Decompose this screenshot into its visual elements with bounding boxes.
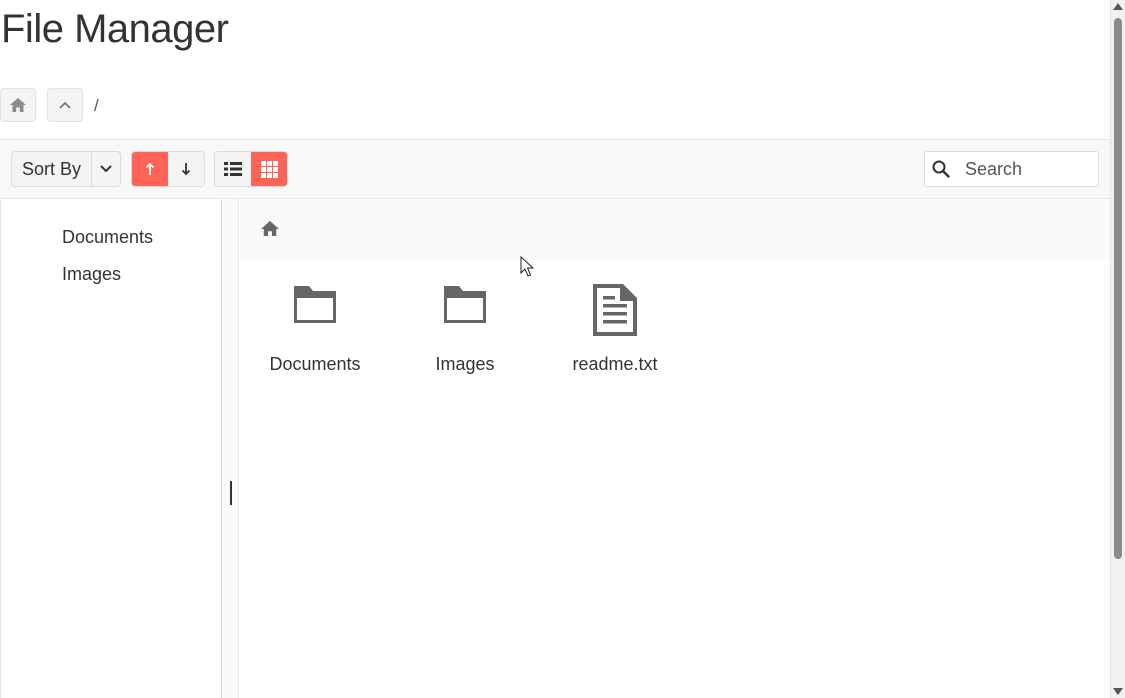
file-manager: File Manager / Sort By Search Documents … (0, 0, 1110, 698)
home-button[interactable] (0, 88, 36, 122)
navigate-up-button[interactable] (47, 88, 83, 122)
folder-icon (444, 286, 486, 323)
grid-icon (260, 160, 278, 178)
home-icon (261, 221, 279, 236)
grid-item-readme[interactable]: readme.txt (540, 282, 690, 375)
grid-item-documents[interactable]: Documents (240, 282, 390, 375)
sort-descending-button[interactable] (168, 152, 204, 186)
grid-item-label: Documents (269, 354, 361, 374)
chevron-down-icon[interactable] (92, 152, 120, 186)
tree-item-images[interactable]: Images (62, 264, 121, 285)
text-file-icon (593, 284, 637, 336)
scroll-down-arrow-icon[interactable] (1113, 688, 1123, 695)
content-breadcrumb-bar (240, 199, 1110, 260)
breadcrumb-path: / (94, 96, 99, 115)
search-input[interactable] (957, 158, 1095, 180)
sort-order-group (131, 151, 205, 187)
home-icon (10, 98, 26, 112)
page-title: File Manager (1, 7, 229, 51)
view-mode-group (214, 151, 288, 187)
content-home-button[interactable] (260, 220, 280, 242)
vertical-scrollbar[interactable] (1110, 0, 1125, 698)
file-grid-pane: Documents Images readme.txt (240, 199, 1110, 698)
search-box (924, 151, 1099, 187)
search-icon (925, 160, 957, 178)
sort-by-label: Sort By (12, 152, 92, 186)
grid-view-button[interactable] (251, 152, 287, 186)
grid-item-label: readme.txt (572, 354, 658, 374)
tree-item-documents[interactable]: Documents (62, 227, 153, 248)
chevron-up-icon (59, 101, 71, 109)
grid-item-images[interactable]: Images (390, 282, 540, 375)
grid-item-label: Images (435, 354, 495, 374)
arrow-up-icon (145, 162, 155, 175)
sort-by-dropdown[interactable]: Sort By (11, 151, 121, 187)
scroll-up-arrow-icon[interactable] (1113, 3, 1123, 10)
scrollbar-thumb[interactable] (1114, 18, 1122, 559)
list-view-button[interactable] (215, 152, 251, 186)
splitter-handle[interactable] (230, 481, 232, 505)
list-icon (224, 162, 242, 176)
arrow-down-icon (181, 163, 191, 176)
folder-tree: Documents Images (0, 199, 222, 698)
pane-splitter[interactable] (222, 199, 239, 698)
sort-ascending-button[interactable] (132, 152, 168, 186)
folder-icon (294, 286, 336, 323)
toolbar: Sort By (0, 139, 1110, 199)
